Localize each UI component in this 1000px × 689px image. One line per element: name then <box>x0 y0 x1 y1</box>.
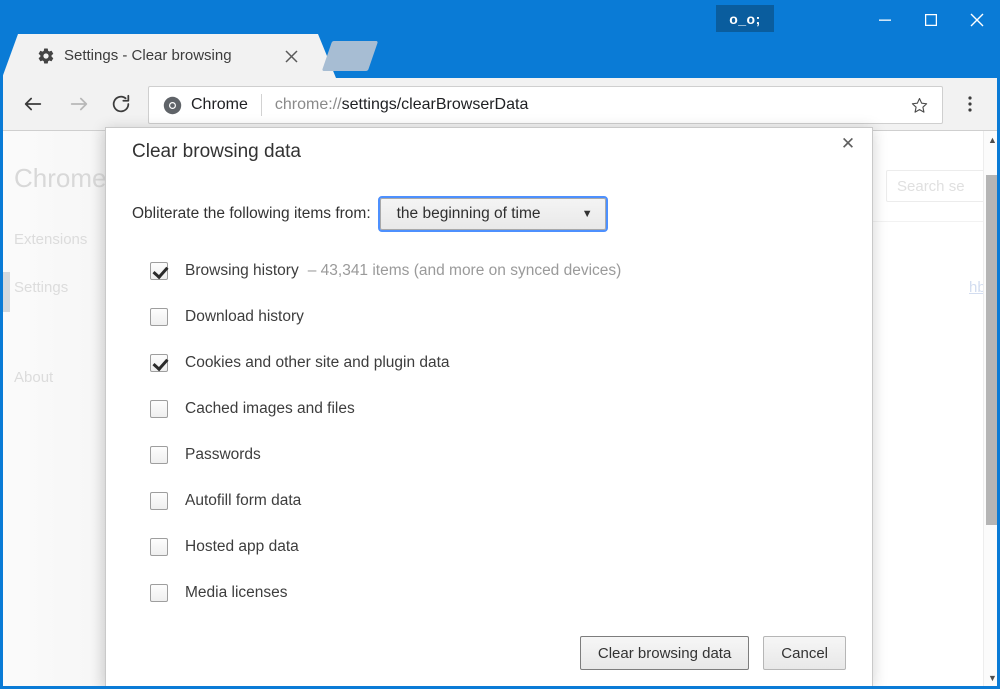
three-dot-menu-icon <box>961 95 979 113</box>
search-placeholder: Search se <box>897 178 965 195</box>
scroll-down-arrow-icon[interactable]: ▼ <box>984 669 1000 686</box>
chrome-logo-icon <box>163 96 182 115</box>
chevron-down-icon: ▼ <box>582 208 593 220</box>
tab-title: Settings - Clear browsing <box>64 46 264 66</box>
reload-icon <box>110 93 132 115</box>
checkbox-label: Passwords <box>185 446 261 464</box>
list-item[interactable]: Passwords <box>150 432 850 478</box>
browser-window: o_o; <box>0 0 1000 689</box>
browser-tab[interactable]: Settings - Clear browsing <box>18 34 318 78</box>
checkbox-autofill-form-data[interactable] <box>150 492 168 510</box>
checkbox-label: Cached images and files <box>185 400 355 418</box>
cancel-button[interactable]: Cancel <box>763 636 846 670</box>
minimize-button[interactable] <box>862 0 908 40</box>
settings-sidebar: Chrome Extensions Settings About <box>0 131 106 686</box>
tab-close-button[interactable] <box>282 47 300 65</box>
maximize-button[interactable] <box>908 0 954 40</box>
sidebar-brand: Chrome <box>14 163 106 194</box>
checkbox-browsing-history[interactable] <box>150 262 168 280</box>
list-item[interactable]: Media licenses <box>150 570 850 616</box>
back-button[interactable] <box>18 89 48 119</box>
profile-badge[interactable]: o_o; <box>716 5 774 32</box>
scroll-up-arrow-icon[interactable]: ▲ <box>984 131 1000 148</box>
list-item[interactable]: Autofill form data <box>150 478 850 524</box>
time-range-select[interactable]: the beginning of time ▼ <box>380 198 606 230</box>
data-type-checklist: Browsing history – 43,341 items (and mor… <box>150 248 850 616</box>
time-range-label: Obliterate the following items from: <box>132 205 371 223</box>
dialog-footer: Clear browsing data Cancel <box>106 620 872 686</box>
checkbox-label: Hosted app data <box>185 538 299 556</box>
new-tab-button[interactable] <box>322 41 378 71</box>
checkbox-hosted-app-data[interactable] <box>150 538 168 556</box>
dialog-title: Clear browsing data <box>132 141 301 163</box>
time-range-selected-value: the beginning of time <box>397 205 541 223</box>
checkbox-passwords[interactable] <box>150 446 168 464</box>
checkbox-note: – 43,341 items (and more on synced devic… <box>308 262 622 280</box>
minimize-icon <box>879 14 891 26</box>
clear-browsing-data-dialog: ✕ Clear browsing data Obliterate the fol… <box>105 127 873 686</box>
site-identity-label: Chrome <box>191 96 248 114</box>
dialog-close-button[interactable]: ✕ <box>837 133 859 155</box>
title-bar: o_o; <box>0 0 1000 78</box>
sidebar-item-about[interactable]: About <box>14 369 53 386</box>
url-prefix: chrome:// <box>275 96 342 113</box>
list-item[interactable]: Hosted app data <box>150 524 850 570</box>
window-controls <box>862 0 1000 40</box>
reload-button[interactable] <box>106 89 136 119</box>
close-icon <box>970 13 984 27</box>
star-icon <box>910 96 929 115</box>
time-range-row: Obliterate the following items from: the… <box>132 198 606 230</box>
checkbox-label: Cookies and other site and plugin data <box>185 354 450 372</box>
scrollbar-thumb[interactable] <box>986 175 999 525</box>
list-item[interactable]: Browsing history – 43,341 items (and mor… <box>150 248 850 294</box>
forward-arrow-icon <box>68 93 90 115</box>
sidebar-item-settings[interactable]: Settings <box>14 279 68 296</box>
checkbox-label: Media licenses <box>185 584 288 602</box>
checkbox-download-history[interactable] <box>150 308 168 326</box>
bookmark-star-button[interactable] <box>902 88 936 122</box>
checkbox-label: Download history <box>185 308 304 326</box>
page-scrollbar[interactable]: ▲ ▼ <box>983 131 1000 686</box>
url-path: settings/clearBrowserData <box>342 96 529 113</box>
url-text: chrome://settings/clearBrowserData <box>275 96 902 114</box>
checkbox-media-licenses[interactable] <box>150 584 168 602</box>
back-arrow-icon <box>22 93 44 115</box>
forward-button[interactable] <box>64 89 94 119</box>
sidebar-item-extensions[interactable]: Extensions <box>14 231 87 248</box>
checkbox-cached-images-and-files[interactable] <box>150 400 168 418</box>
omnibox-separator <box>261 94 262 116</box>
checkbox-label: Autofill form data <box>185 492 301 510</box>
address-bar[interactable]: Chrome chrome://settings/clearBrowserDat… <box>148 86 943 124</box>
close-window-button[interactable] <box>954 0 1000 40</box>
checkbox-cookies-and-site-data[interactable] <box>150 354 168 372</box>
list-item[interactable]: Cached images and files <box>150 386 850 432</box>
maximize-icon <box>925 14 937 26</box>
sidebar-active-indicator <box>2 272 10 312</box>
chrome-menu-button[interactable] <box>955 89 985 119</box>
close-icon <box>285 50 298 63</box>
browser-toolbar: Chrome chrome://settings/clearBrowserDat… <box>0 78 1000 131</box>
clear-browsing-data-button[interactable]: Clear browsing data <box>580 636 749 670</box>
gear-icon <box>37 47 55 65</box>
list-item[interactable]: Download history <box>150 294 850 340</box>
checkbox-label: Browsing history <box>185 262 299 280</box>
list-item[interactable]: Cookies and other site and plugin data <box>150 340 850 386</box>
